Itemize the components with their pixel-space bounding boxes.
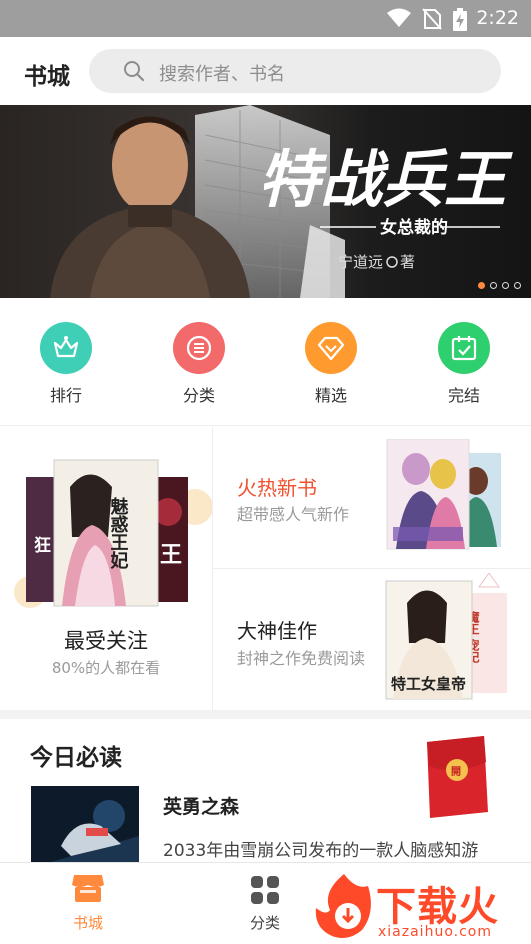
battery-charging-icon <box>453 8 467 31</box>
section-divider <box>0 710 531 719</box>
category-label: 精选 <box>314 386 347 405</box>
carousel-dot[interactable] <box>502 282 509 289</box>
category-shortcuts: 排行 分类 精选 完结 <box>0 298 531 426</box>
cover-title-main: 魅惑王妃 <box>108 496 129 570</box>
category-ranking[interactable]: 排行 <box>26 322 106 406</box>
cover-side-right: 王 <box>160 543 182 568</box>
banner-subtitle: 女总裁的 <box>380 217 448 238</box>
banner-title: 特战兵王 <box>258 143 513 216</box>
no-sim-icon <box>422 8 442 30</box>
category-classify[interactable]: 分类 <box>159 322 239 406</box>
master-works-card[interactable]: 大神佳作 封神之作免费阅读 魔王 宠妃 特工女皇帝 <box>213 569 531 710</box>
search-placeholder: 搜索作者、书名 <box>159 64 285 85</box>
grid-icon <box>251 876 279 904</box>
banner-image: 特战兵王 女总裁的 宁道远 著 <box>0 105 531 298</box>
status-time: 2:22 <box>476 7 519 29</box>
banner-carousel[interactable]: 特战兵王 女总裁的 宁道远 著 <box>0 105 531 298</box>
list-icon <box>173 322 225 374</box>
search-input[interactable]: 搜索作者、书名 <box>89 49 501 93</box>
tab-label: 书城 <box>72 914 103 932</box>
book-cover <box>31 786 139 868</box>
recommend-grid: 狂 特 王 魅惑王妃 最受关注 80%的人都在看 火热新书 超带感人气新作 <box>0 427 531 710</box>
most-followed-subtitle: 80%的人都在看 <box>51 659 161 677</box>
book-title: 英勇之森 <box>163 796 240 818</box>
book-description: 2033年由雪崩公司发布的一款人脑感知游 <box>163 841 479 861</box>
today-book-item[interactable]: 英勇之森 2033年由雪崩公司发布的一款人脑感知游 <box>0 780 531 868</box>
hot-new-title: 火热新书 <box>237 476 317 500</box>
wifi-icon <box>387 8 411 27</box>
watermark: 下载火 xiazaihuo.com <box>312 870 531 944</box>
master-works-subtitle: 封神之作免费阅读 <box>237 649 366 668</box>
most-followed-card[interactable]: 狂 特 王 魅惑王妃 最受关注 80%的人都在看 <box>0 427 212 710</box>
tab-label: 分类 <box>249 914 280 932</box>
crown-icon <box>40 322 92 374</box>
diamond-icon <box>305 322 357 374</box>
category-label: 分类 <box>182 386 215 405</box>
header: 书城 搜索作者、书名 <box>0 37 531 105</box>
search-icon <box>124 61 145 82</box>
flame-logo-icon <box>315 874 371 938</box>
category-featured[interactable]: 精选 <box>291 322 371 406</box>
category-completed[interactable]: 完结 <box>424 322 504 406</box>
page-title: 书城 <box>24 64 70 90</box>
calendar-check-icon <box>438 322 490 374</box>
category-label: 排行 <box>49 386 82 405</box>
store-icon <box>72 875 104 902</box>
red-packet-label: 開 <box>451 766 461 778</box>
most-followed-title: 最受关注 <box>64 629 148 653</box>
hot-new-cover <box>386 439 501 550</box>
category-label: 完结 <box>447 386 480 405</box>
master-works-cover: 魔王 宠妃 特工女皇帝 <box>385 573 507 700</box>
hot-new-card[interactable]: 火热新书 超带感人气新作 <box>213 427 531 568</box>
banner-author-suffix: 著 <box>400 253 415 271</box>
carousel-dot[interactable] <box>490 282 497 289</box>
banner-author: 宁道远 <box>338 253 383 271</box>
section-title: 今日必读 <box>30 745 122 771</box>
status-bar: 2:22 <box>0 0 531 37</box>
watermark-url: xiazaihuo.com <box>378 924 492 940</box>
master-works-title: 大神佳作 <box>237 619 317 643</box>
cover-title-master: 特工女皇帝 <box>391 675 466 693</box>
carousel-dot[interactable] <box>478 282 485 289</box>
carousel-indicator <box>478 282 521 289</box>
hot-new-subtitle: 超带感人气新作 <box>237 505 350 524</box>
book-cover-stack: 狂 特 王 魅惑王妃 <box>14 459 212 608</box>
carousel-dot[interactable] <box>514 282 521 289</box>
